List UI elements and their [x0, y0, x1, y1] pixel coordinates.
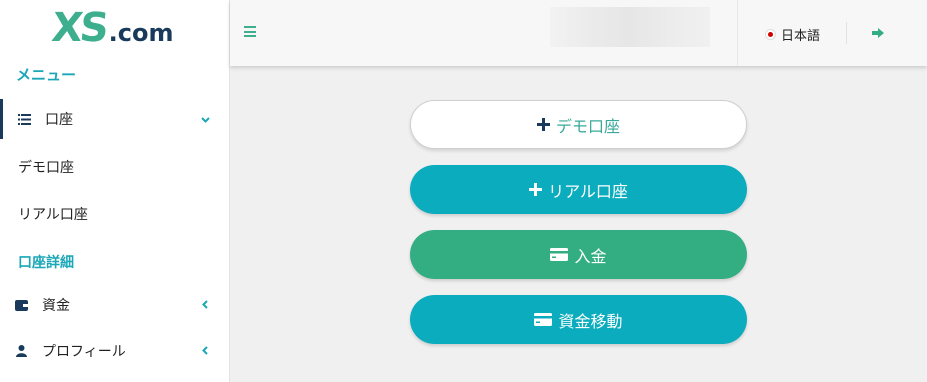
top-bar: 日本語	[230, 0, 927, 66]
blurred-account-info	[550, 7, 710, 47]
deposit-button[interactable]: 入金	[410, 230, 747, 279]
sidebar-item-label: 資金	[42, 298, 70, 314]
demo-account-label: デモ口座	[555, 116, 620, 136]
fund-transfer-button[interactable]: 資金移動	[410, 295, 747, 344]
logo-suffix-text: .com	[108, 19, 174, 47]
divider	[846, 22, 847, 44]
plus-icon	[536, 118, 550, 131]
language-label: 日本語	[781, 29, 821, 44]
chevron-left-icon[interactable]	[195, 298, 215, 312]
credit-card-icon	[534, 313, 553, 326]
sidebar-item-profile[interactable]: プロフィール	[0, 331, 229, 371]
wallet-icon	[14, 298, 28, 312]
divider	[737, 0, 738, 66]
fund-transfer-label: 資金移動	[558, 311, 623, 331]
logo-main-text: XS	[49, 5, 109, 51]
credit-card-icon	[550, 248, 569, 261]
demo-account-button[interactable]: デモ口座	[410, 100, 747, 149]
menu-heading: メニュー	[16, 66, 77, 84]
real-account-label: リアル口座	[548, 181, 628, 201]
chevron-left-icon[interactable]	[195, 344, 215, 358]
sidebar-item-label: 口座	[45, 112, 73, 128]
language-selector[interactable]: 日本語	[765, 25, 820, 44]
chevron-down-icon[interactable]	[195, 112, 215, 126]
list-icon	[17, 112, 31, 126]
deposit-label: 入金	[574, 246, 607, 266]
xs-logo[interactable]: XS .com	[49, 4, 174, 51]
japan-flag-icon	[765, 29, 776, 40]
sidebar-item-funds[interactable]: 資金	[0, 285, 229, 325]
user-icon	[14, 344, 28, 358]
sidebar: XS .com メニュー 口座 デモ口座 リアル口座 口座詳細 資金 プロフィー…	[0, 0, 230, 382]
sidebar-item-label: プロフィール	[42, 344, 126, 360]
sidebar-item-demo-account[interactable]: デモ口座	[18, 157, 74, 177]
sidebar-item-account-details[interactable]: 口座詳細	[18, 252, 74, 272]
hamburger-icon[interactable]	[244, 26, 256, 37]
sign-out-icon[interactable]	[871, 24, 887, 40]
sidebar-item-accounts[interactable]: 口座	[0, 99, 229, 139]
plus-icon	[529, 183, 543, 196]
sidebar-item-real-account[interactable]: リアル口座	[18, 204, 88, 224]
real-account-button[interactable]: リアル口座	[410, 165, 747, 214]
